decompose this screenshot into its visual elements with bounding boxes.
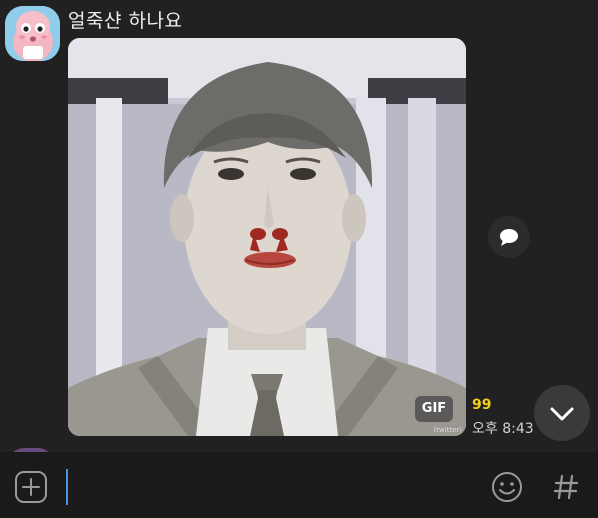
- gif-badge: GIF: [415, 396, 453, 422]
- sender-name: 얼죽샨 하나요: [68, 10, 183, 32]
- speech-bubble-icon: [500, 229, 518, 246]
- sender-avatar[interactable]: [5, 6, 60, 61]
- unread-count: 99: [472, 397, 492, 413]
- message-text-input[interactable]: [66, 469, 68, 505]
- hashtag-search-button[interactable]: [551, 470, 581, 504]
- scroll-to-bottom-button[interactable]: [534, 385, 590, 441]
- gif-image-illustration: [68, 38, 466, 436]
- peach-avatar-icon: [5, 6, 60, 61]
- reply-button[interactable]: [488, 216, 530, 258]
- hash-icon: [553, 474, 579, 500]
- image-watermark: (twitter): [433, 426, 462, 434]
- gif-message-image[interactable]: GIF (twitter): [68, 38, 466, 436]
- plus-square-icon: [15, 471, 47, 503]
- emoticon-button[interactable]: [490, 470, 524, 504]
- message-timestamp: 오후 8:43: [472, 421, 534, 437]
- chevron-down-icon: [550, 407, 574, 421]
- attach-button[interactable]: [14, 470, 48, 504]
- smiley-icon: [492, 472, 522, 502]
